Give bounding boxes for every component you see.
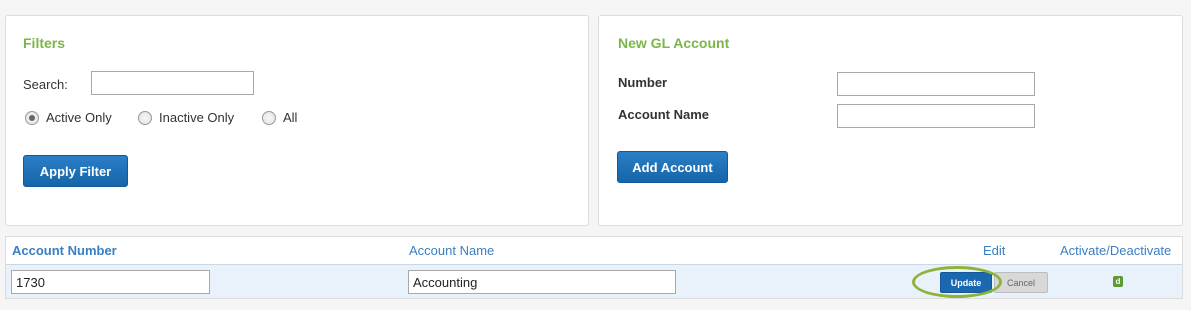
header-activate-deactivate: Activate/Deactivate <box>1060 243 1172 258</box>
search-input[interactable] <box>91 71 254 95</box>
row-account-number-input[interactable] <box>11 270 210 294</box>
account-name-input[interactable] <box>837 104 1035 128</box>
search-label: Search: <box>23 77 68 92</box>
table-row: Cancel Update d <box>6 264 1182 298</box>
radio-inactive-only-label: Inactive Only <box>159 110 235 125</box>
radio-active-only-circle[interactable] <box>25 110 39 125</box>
cancel-button[interactable]: Cancel <box>994 272 1048 293</box>
radio-active-only[interactable]: Active Only <box>25 110 112 125</box>
header-edit: Edit <box>983 243 1006 258</box>
radio-all-label: All <box>283 110 298 125</box>
filters-title: Filters <box>23 35 66 51</box>
deactivate-icon[interactable]: d <box>1113 276 1123 287</box>
new-gl-account-panel: New GL Account Number Account Name Add A… <box>598 15 1183 226</box>
highlight-ring <box>912 266 1002 298</box>
radio-all[interactable]: All <box>262 110 297 125</box>
header-account-number[interactable]: Account Number <box>12 243 117 258</box>
add-account-button[interactable]: Add Account <box>617 151 728 183</box>
apply-filter-button[interactable]: Apply Filter <box>23 155 128 187</box>
accounts-grid: Account Number Account Name Edit Activat… <box>5 236 1183 299</box>
row-account-name-input[interactable] <box>408 270 676 294</box>
filters-panel: Filters Search: Active Only Inactive Onl… <box>5 15 589 226</box>
radio-all-circle[interactable] <box>262 110 276 125</box>
radio-active-only-label: Active Only <box>46 110 112 125</box>
radio-inactive-only-circle[interactable] <box>138 110 152 125</box>
number-label: Number <box>618 75 668 90</box>
account-name-label: Account Name <box>618 107 710 122</box>
header-account-name[interactable]: Account Name <box>409 243 494 258</box>
number-input[interactable] <box>837 72 1035 96</box>
new-gl-account-title: New GL Account <box>618 35 730 51</box>
radio-inactive-only[interactable]: Inactive Only <box>138 110 234 125</box>
